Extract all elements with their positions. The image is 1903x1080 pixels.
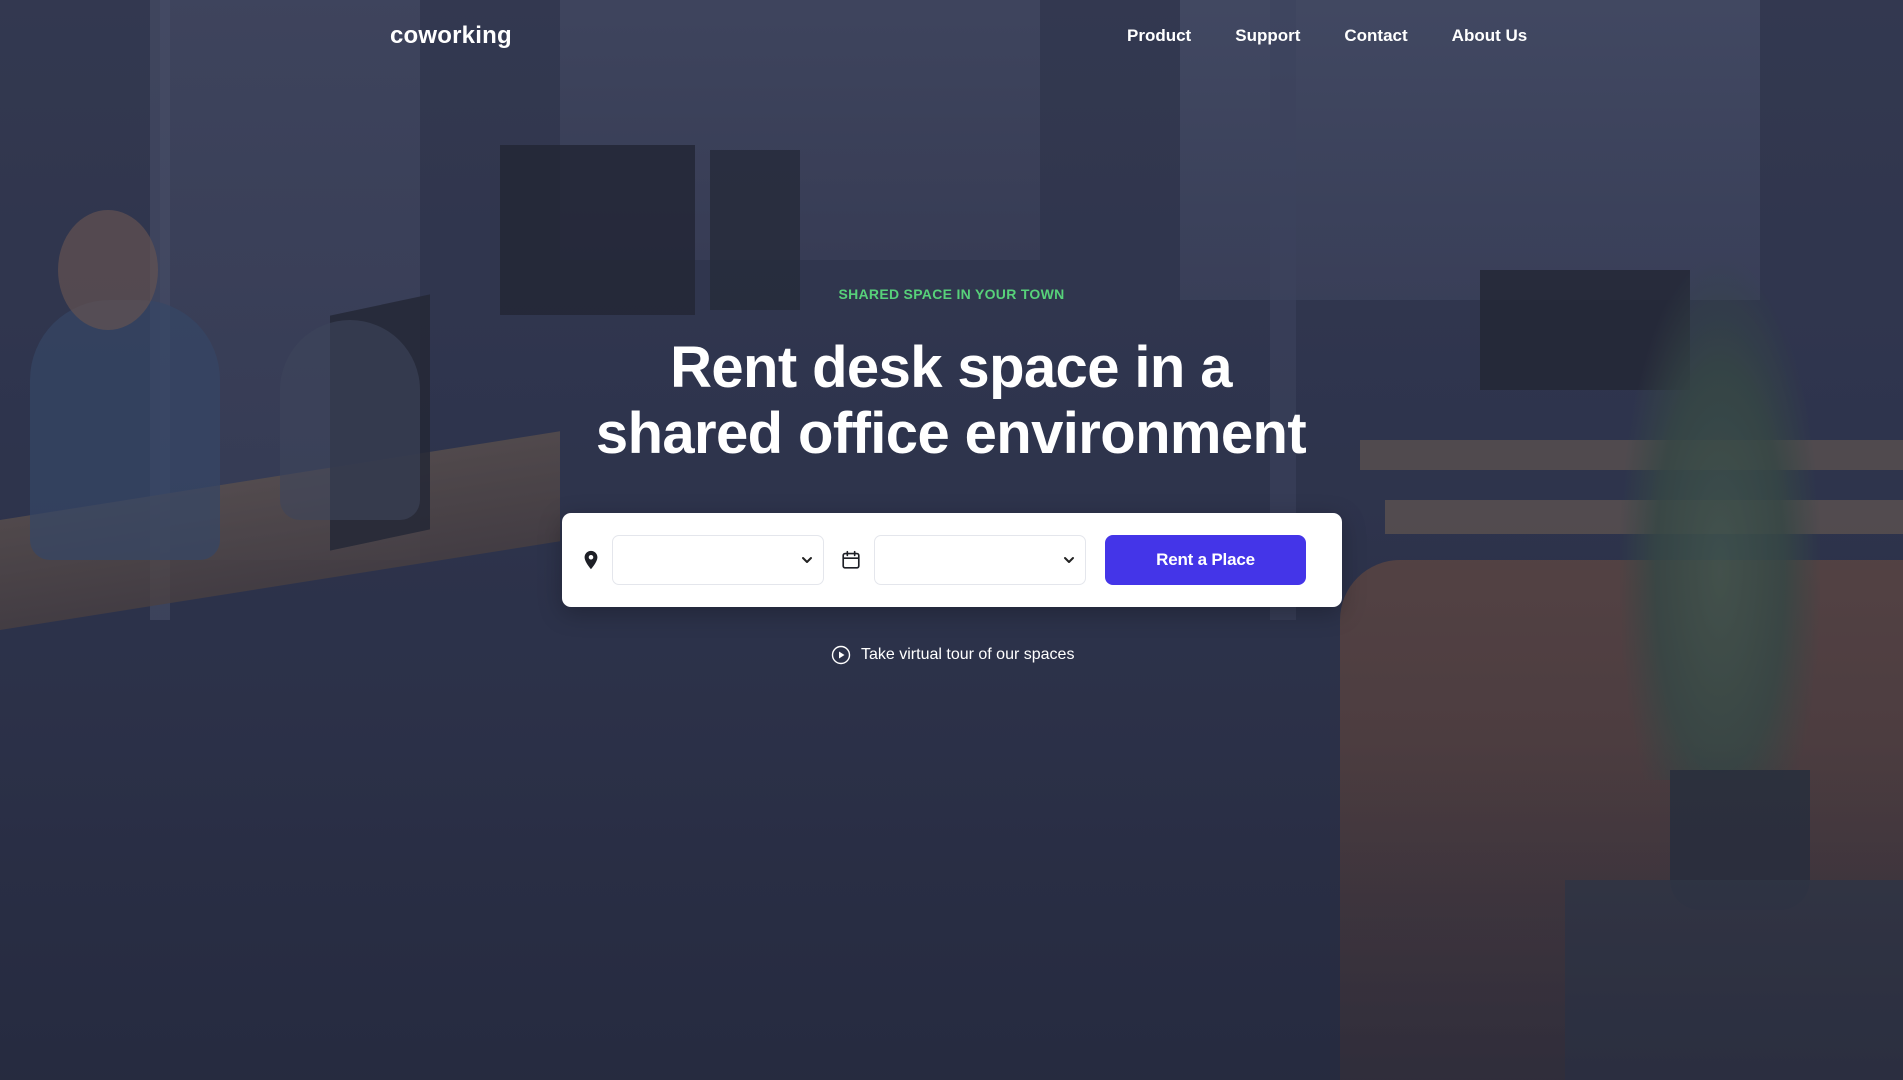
hero-headline-line2: shared office environment	[595, 401, 1307, 466]
virtual-tour-link[interactable]: Take virtual tour of our spaces	[831, 645, 1074, 665]
top-nav: coworking Product Support Contact About …	[0, 0, 1903, 72]
hero-headline-line1: Rent desk space in a	[670, 335, 1232, 400]
nav-link-support[interactable]: Support	[1235, 26, 1300, 46]
nav-link-about-us[interactable]: About Us	[1452, 26, 1528, 46]
play-circle-icon	[831, 645, 851, 665]
chevron-down-icon	[802, 557, 812, 563]
rent-a-place-button[interactable]: Rent a Place	[1105, 535, 1306, 585]
brand-logo[interactable]: coworking	[390, 22, 512, 50]
hero-section: coworking Product Support Contact About …	[0, 0, 1903, 1080]
hero-eyebrow: SHARED SPACE IN YOUR TOWN	[838, 286, 1065, 302]
date-select[interactable]	[874, 535, 1086, 585]
virtual-tour-label: Take virtual tour of our spaces	[861, 646, 1075, 663]
nav-link-product[interactable]: Product	[1127, 26, 1191, 46]
nav-links: Product Support Contact About Us	[1127, 26, 1527, 46]
chevron-down-icon	[1064, 557, 1074, 563]
search-card: Rent a Place	[562, 513, 1342, 607]
map-pin-icon	[580, 549, 602, 571]
calendar-icon	[840, 549, 862, 571]
hero-headline: Rent desk space in a shared office envir…	[451, 335, 1451, 467]
nav-link-contact[interactable]: Contact	[1344, 26, 1407, 46]
location-select[interactable]	[612, 535, 824, 585]
